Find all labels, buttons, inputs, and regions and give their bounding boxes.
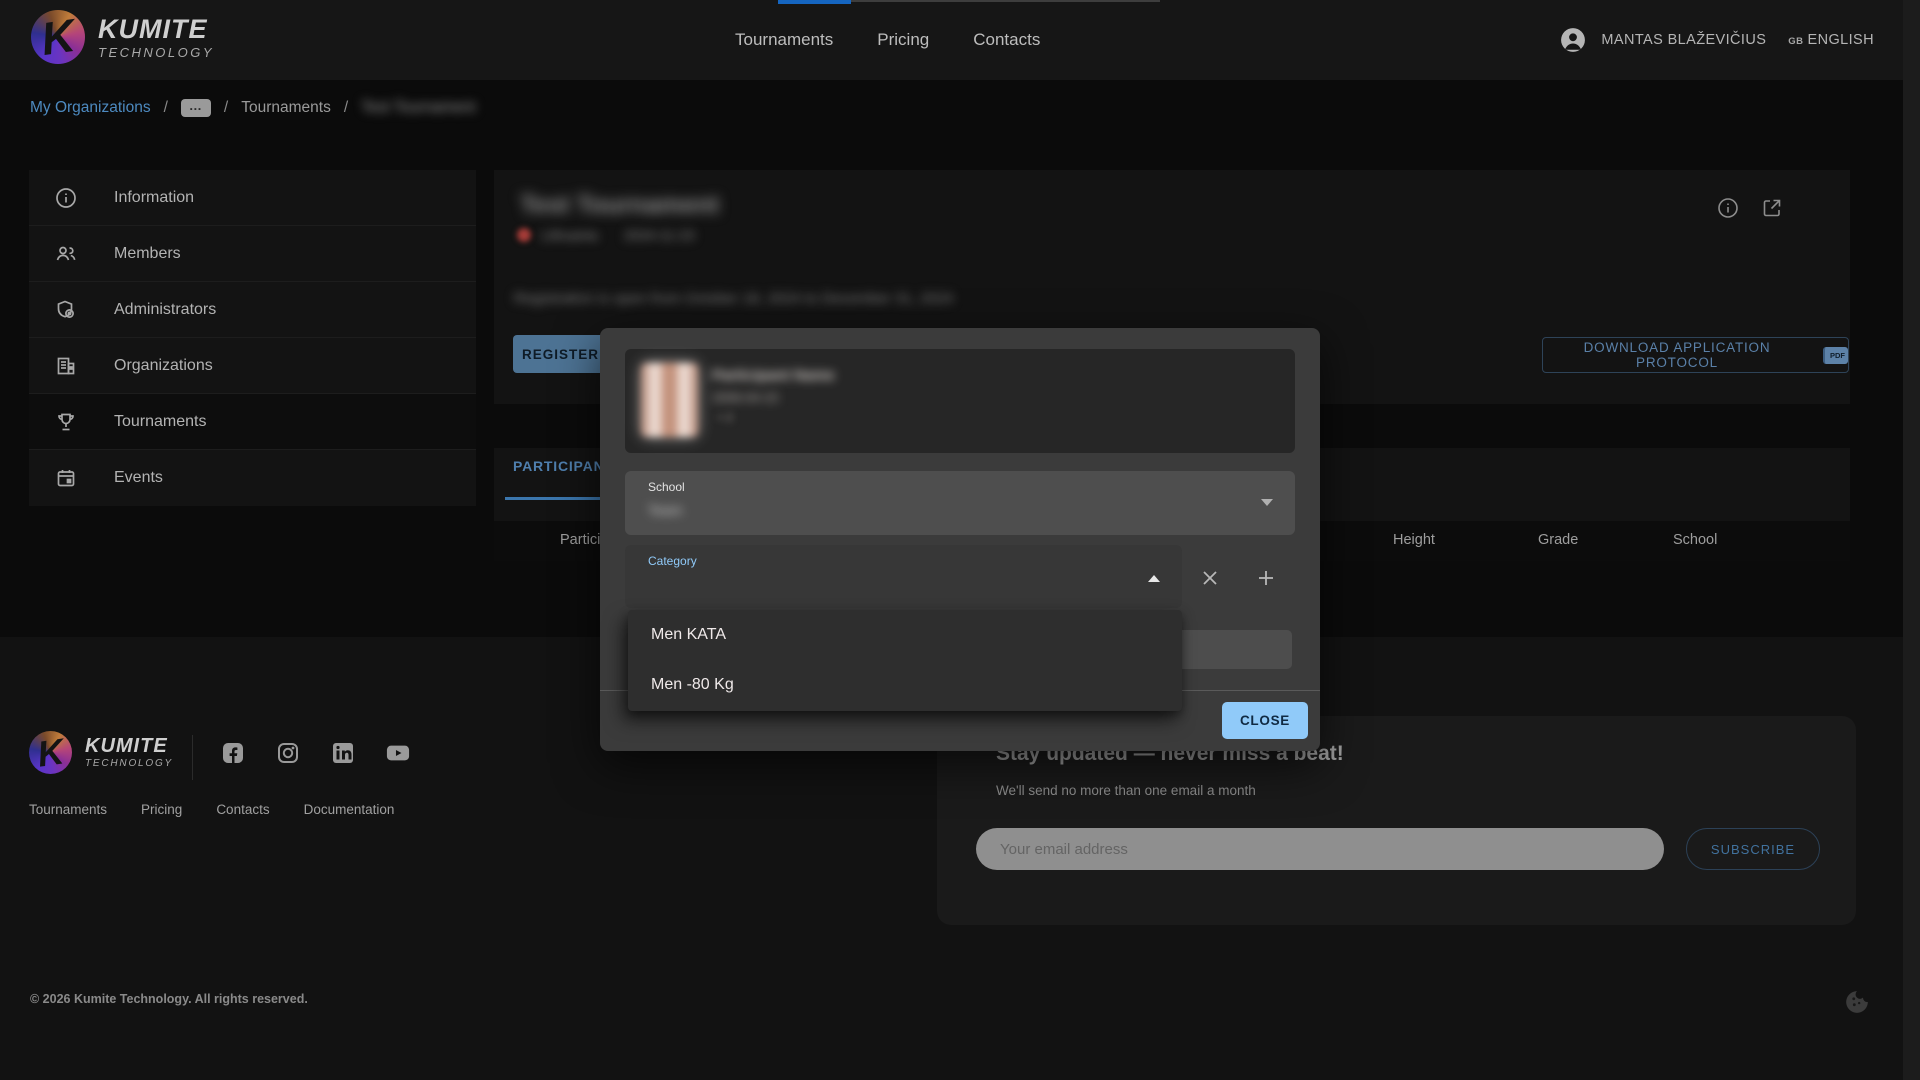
instagram-icon[interactable] <box>276 741 300 765</box>
chevron-down-icon <box>1261 499 1273 506</box>
breadcrumb-separator: / <box>164 99 168 117</box>
close-dialog-button[interactable]: CLOSE <box>1222 702 1308 739</box>
footer-logo-icon: K <box>29 731 72 774</box>
school-select-label: School <box>648 480 685 494</box>
language-selector[interactable]: GB ENGLISH <box>1788 32 1874 48</box>
chevron-up-icon <box>1148 575 1160 582</box>
user-name: MANTAS BLAŽEVIČIUS <box>1601 32 1766 48</box>
close-x-icon <box>1200 568 1220 588</box>
participant-extra: + 2 <box>717 412 733 424</box>
info-circle-icon[interactable] <box>1716 196 1740 220</box>
language-code: GB <box>1788 36 1803 47</box>
facebook-icon[interactable] <box>221 741 245 765</box>
footer-link-pricing[interactable]: Pricing <box>141 802 182 817</box>
social-links <box>221 741 410 765</box>
trophy-icon <box>54 410 78 434</box>
brand-name: KUMITE <box>98 16 214 43</box>
app-root: K KUMITE TECHNOLOGY Tournaments Pricing … <box>0 0 1920 1080</box>
tournament-date: 2024-11-23 <box>624 227 695 243</box>
download-protocol-button[interactable]: DOWNLOAD APPLICATION PROTOCOL PDF <box>1542 337 1849 373</box>
tournament-title: Test Tournament <box>520 191 719 220</box>
sidebar-item-information[interactable]: Information <box>29 170 476 226</box>
pdf-icon: PDF <box>1823 347 1848 364</box>
country-flag-icon <box>517 228 531 242</box>
column-height: Height <box>1393 532 1435 548</box>
breadcrumb-tournaments[interactable]: Tournaments <box>241 99 331 117</box>
category-select-label: Category <box>648 554 697 568</box>
footer-link-contacts[interactable]: Contacts <box>216 802 269 817</box>
brand-logo-icon: K <box>31 10 85 64</box>
copyright-text: © 2026 Kumite Technology. All rights res… <box>30 992 308 1006</box>
nav-tournaments[interactable]: Tournaments <box>735 30 833 50</box>
footer-links: Tournaments Pricing Contacts Documentati… <box>29 802 394 817</box>
sidebar-item-tournaments[interactable]: Tournaments <box>29 394 476 450</box>
breadcrumb-collapsed-button[interactable]: … <box>181 99 211 117</box>
column-grade: Grade <box>1538 532 1578 548</box>
info-icon <box>54 186 78 210</box>
cookie-settings-icon[interactable] <box>1844 989 1870 1015</box>
breadcrumb-my-organizations[interactable]: My Organizations <box>30 99 151 117</box>
footer-divider <box>192 735 193 780</box>
avatar-icon <box>1560 27 1586 53</box>
nav-pricing[interactable]: Pricing <box>877 30 929 50</box>
footer-link-documentation[interactable]: Documentation <box>304 802 395 817</box>
clear-category-button[interactable] <box>1196 564 1224 592</box>
participant-birthdate: 2006-04-15 <box>712 390 779 405</box>
column-school: School <box>1673 532 1717 548</box>
user-menu[interactable]: MANTAS BLAŽEVIČIUS GB ENGLISH <box>1560 0 1874 80</box>
nav-contacts[interactable]: Contacts <box>973 30 1040 50</box>
footer-link-tournaments[interactable]: Tournaments <box>29 802 107 817</box>
youtube-icon[interactable] <box>386 741 410 765</box>
tournament-location: Lithuania <box>541 227 598 243</box>
breadcrumb-separator: / <box>344 99 348 117</box>
register-button[interactable]: REGISTER <box>513 335 608 373</box>
brand-logo-letter: K <box>31 10 85 64</box>
participant-card: Participant Name 2006-04-15 + 2 <box>625 349 1295 453</box>
breadcrumb-separator: / <box>224 99 228 117</box>
language-label: ENGLISH <box>1808 32 1874 48</box>
footer-logo[interactable]: K KUMITE TECHNOLOGY <box>29 731 173 774</box>
email-input[interactable] <box>976 828 1664 870</box>
participant-name: Participant Name <box>712 367 835 384</box>
menu-option-men-kata[interactable]: Men KATA <box>628 610 1182 660</box>
newsletter-subheading: We'll send no more than one email a mont… <box>996 783 1256 798</box>
registration-note: Registration is open from October 18, 20… <box>514 290 953 307</box>
brand-logo[interactable]: K KUMITE TECHNOLOGY <box>31 10 214 64</box>
breadcrumb: My Organizations / … / Tournaments / Tes… <box>30 80 475 135</box>
add-category-button[interactable] <box>1252 564 1280 592</box>
breadcrumb-current-page: Test Tournament <box>361 99 475 117</box>
top-nav-bar: K KUMITE TECHNOLOGY Tournaments Pricing … <box>0 0 1920 80</box>
sidebar: Information Members Administrators Organ… <box>29 170 476 506</box>
main-nav: Tournaments Pricing Contacts <box>735 0 1040 80</box>
sidebar-item-organizations[interactable]: Organizations <box>29 338 476 394</box>
building-icon <box>54 354 78 378</box>
sidebar-item-administrators[interactable]: Administrators <box>29 282 476 338</box>
school-select-value: Team <box>648 502 682 518</box>
sidebar-item-members[interactable]: Members <box>29 226 476 282</box>
subscribe-button[interactable]: SUBSCRIBE <box>1686 828 1820 870</box>
members-icon <box>54 242 78 266</box>
menu-option-men-80kg[interactable]: Men -80 Kg <box>628 660 1182 710</box>
admin-shield-icon <box>54 298 78 322</box>
plus-icon <box>1256 568 1276 588</box>
sidebar-item-events[interactable]: Events <box>29 450 476 506</box>
open-in-new-icon[interactable] <box>1760 196 1784 220</box>
calendar-icon <box>54 466 78 490</box>
brand-subname: TECHNOLOGY <box>98 46 214 59</box>
category-options-menu: Men KATA Men -80 Kg <box>628 610 1182 711</box>
linkedin-icon[interactable] <box>331 741 355 765</box>
scrollbar-track[interactable] <box>1903 0 1920 1080</box>
category-select[interactable]: Category <box>625 545 1182 608</box>
school-select[interactable]: School Team <box>625 471 1295 535</box>
participant-photo <box>641 363 698 437</box>
